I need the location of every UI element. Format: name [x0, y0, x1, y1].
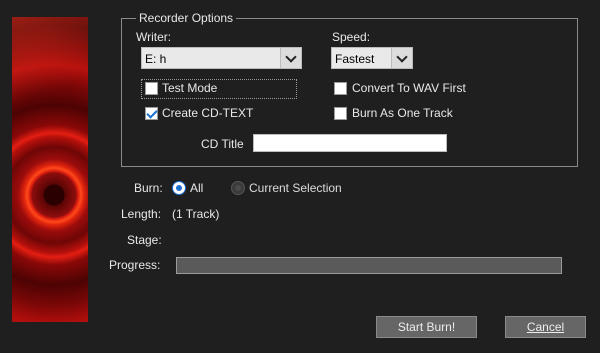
- chevron-down-icon[interactable]: [280, 48, 301, 68]
- start-burn-button[interactable]: Start Burn!: [376, 316, 477, 338]
- create-cd-text-label[interactable]: Create CD-TEXT: [162, 106, 253, 120]
- burn-current-selection-label[interactable]: Current Selection: [249, 181, 342, 195]
- artwork-highlight: [12, 17, 88, 107]
- burn-one-track-label[interactable]: Burn As One Track: [352, 106, 453, 120]
- cd-title-label: CD Title: [201, 137, 244, 151]
- burn-label: Burn:: [134, 181, 163, 195]
- cancel-button-label: Cancel: [526, 320, 565, 334]
- writer-label: Writer:: [136, 30, 172, 44]
- chevron-down-icon[interactable]: [391, 48, 412, 68]
- length-value: (1 Track): [172, 207, 220, 221]
- writer-value: E: h: [145, 52, 167, 66]
- test-mode-checkbox[interactable]: [145, 82, 158, 95]
- cd-title-input[interactable]: [253, 134, 447, 152]
- writer-dropdown[interactable]: E: h: [141, 47, 302, 69]
- recorder-options-title: Recorder Options: [136, 11, 237, 25]
- burn-all-label[interactable]: All: [190, 181, 203, 195]
- speed-value: Fastest: [335, 52, 375, 66]
- speed-dropdown[interactable]: Fastest: [331, 47, 413, 69]
- burn-progress-bar: [176, 257, 562, 274]
- speed-label: Speed:: [332, 30, 371, 44]
- cancel-button[interactable]: Cancel: [505, 316, 586, 338]
- burn-all-radio[interactable]: [172, 181, 186, 195]
- convert-wav-checkbox[interactable]: [334, 82, 347, 95]
- test-mode-label[interactable]: Test Mode: [162, 81, 217, 95]
- burn-one-track-checkbox[interactable]: [334, 107, 347, 120]
- length-label: Length:: [121, 207, 162, 221]
- progress-label: Progress:: [109, 258, 161, 272]
- stage-label: Stage:: [127, 233, 162, 247]
- create-cd-text-checkbox[interactable]: [145, 107, 158, 120]
- cd-artwork-image: [12, 17, 88, 322]
- burn-current-selection-radio[interactable]: [231, 181, 245, 195]
- convert-wav-label[interactable]: Convert To WAV First: [352, 81, 466, 95]
